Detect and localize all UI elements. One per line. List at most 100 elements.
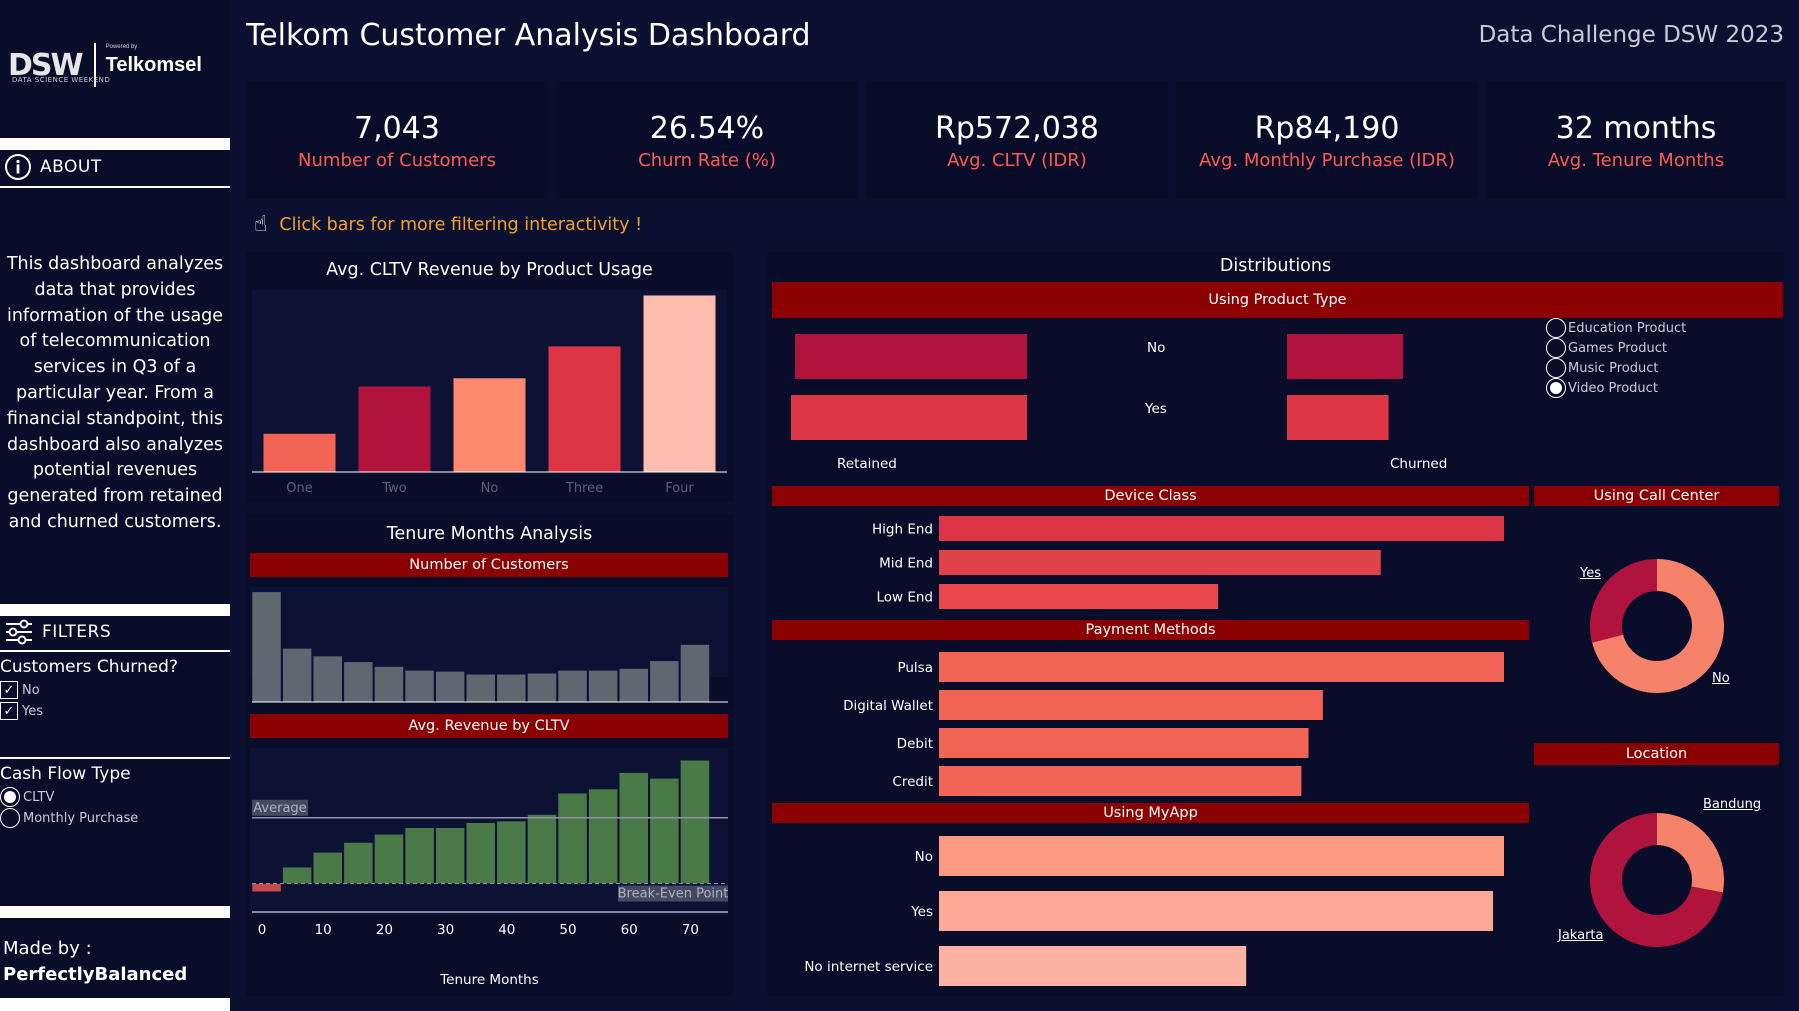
radio-unselected-icon[interactable] [1546,358,1566,378]
churned-bar-yes[interactable] [1287,395,1389,440]
bar-four[interactable] [643,295,716,472]
histogram-bar[interactable] [435,671,466,703]
dsw-telkomsel-logo: DSW DATA SCIENCE WEEKEND Powered by Telk… [8,30,222,100]
kpi-card-churn-rate: 26.54% Churn Rate (%) [556,81,858,199]
radio-selected-icon[interactable] [0,787,20,807]
kpi-value: Rp84,190 [1254,111,1400,146]
histogram-bar[interactable] [282,648,312,703]
legend-label: Education Product [1568,320,1687,336]
donut-label-bandung[interactable]: Bandung [1703,797,1761,812]
revenue-bar[interactable] [618,772,649,884]
donut-label-no[interactable]: No [1712,671,1730,686]
histogram-bar[interactable] [557,670,588,703]
histogram-bar[interactable] [312,655,343,703]
bar-credit[interactable] [939,766,1302,796]
cashflow-option-cltv[interactable]: CLTV [0,787,54,807]
checkbox-checked-icon[interactable]: ✓ [0,702,18,720]
histogram-bar[interactable] [374,666,404,703]
x-axis-title: Tenure Months [440,972,539,988]
radio-unselected-icon[interactable] [1546,338,1566,358]
donut-label-jakarta[interactable]: Jakarta [1558,928,1603,943]
bar-digital-wallet[interactable] [939,690,1323,720]
telkomsel-brand: Telkomsel [105,53,202,76]
histogram-bar[interactable] [496,673,527,703]
x-tick-label: 60 [621,922,638,938]
bar-three[interactable] [548,346,621,472]
legend-label: Video Product [1568,380,1658,396]
bar-low-end[interactable] [939,584,1219,609]
histogram-bar[interactable] [404,670,435,703]
bar-high-end[interactable] [939,516,1504,541]
legend-option-video[interactable]: Video Product [1546,378,1686,398]
about-label: ABOUT [40,157,102,177]
kpi-value: 26.54% [649,111,765,146]
tick-label: Three [565,481,603,496]
checkbox-checked-icon[interactable]: ✓ [0,681,18,699]
tick-label: Four [665,481,694,496]
retained-bar-no[interactable] [795,334,1027,379]
avg-revenue-by-cltv-header: Avg. Revenue by CLTV [250,714,728,738]
histogram-bar[interactable] [618,668,649,703]
revenue-bar[interactable] [496,820,527,884]
legend-option-games[interactable]: Games Product [1546,338,1686,358]
bar-two[interactable] [358,386,431,472]
revenue-bar[interactable] [465,822,496,884]
revenue-bar[interactable] [404,827,435,884]
x-tick-label: 40 [498,922,515,938]
histogram-bar[interactable] [251,591,282,703]
revenue-bar[interactable] [588,788,619,884]
category-label: Digital Wallet [843,698,933,714]
histogram-bar[interactable] [527,672,557,703]
revenue-bar[interactable] [435,827,466,884]
churned-option-yes[interactable]: ✓ Yes [0,702,43,720]
histogram-bar[interactable] [649,660,680,703]
radio-unselected-icon[interactable] [1546,318,1566,338]
revenue-bar[interactable] [312,852,343,884]
retained-bar-yes[interactable] [791,395,1027,440]
category-label: Pulsa [897,660,933,676]
legend-option-music[interactable]: Music Product [1546,358,1686,378]
kpi-label: Avg. CLTV (IDR) [947,150,1087,171]
radio-unselected-icon[interactable] [0,808,20,828]
bar-yes[interactable] [939,891,1494,931]
divider [0,998,230,1011]
histogram-bar[interactable] [465,673,496,703]
revenue-bar[interactable] [680,759,710,884]
info-icon [5,154,31,180]
category-label: Credit [892,774,933,790]
dsw-logo-subtitle: DATA SCIENCE WEEKEND [12,76,111,84]
donut-label-yes[interactable]: Yes [1580,566,1601,581]
bar-no[interactable] [939,836,1504,876]
made-by-label: Made by : [3,938,92,959]
legend-option-education[interactable]: Education Product [1546,318,1686,338]
revenue-bar[interactable] [282,866,312,884]
histogram-bar[interactable] [680,644,710,703]
bar-pulsa[interactable] [939,652,1504,682]
histogram-bar[interactable] [588,670,619,703]
kpi-card-customers: 7,043 Number of Customers [246,81,548,199]
cashflow-option-monthly[interactable]: Monthly Purchase [0,808,138,828]
radio-selected-icon[interactable] [1546,378,1566,398]
kpi-card-avg-tenure: 32 months Avg. Tenure Months [1485,81,1787,199]
bar-no-internet-service[interactable] [939,946,1247,986]
revenue-bar[interactable] [343,842,374,884]
bar-one[interactable] [263,433,336,472]
revenue-bar[interactable] [251,883,282,893]
tick-label: One [286,481,312,496]
churned-bar-no[interactable] [1287,334,1403,379]
churned-option-no[interactable]: ✓ No [0,681,40,699]
revenue-bar[interactable] [527,814,557,884]
revenue-bar[interactable] [374,833,404,884]
histogram-bar[interactable] [343,661,374,703]
revenue-bar[interactable] [649,778,680,884]
revenue-bar[interactable] [557,792,588,884]
kpi-card-avg-monthly-purchase: Rp84,190 Avg. Monthly Purchase (IDR) [1176,81,1478,199]
bar-mid-end[interactable] [939,550,1381,575]
bar-debit[interactable] [939,728,1309,758]
kpi-value: 7,043 [354,111,440,146]
bar-no[interactable] [453,378,526,472]
donut-slice-bandung[interactable] [1657,813,1724,893]
pointer-hand-icon: ☝ [254,212,268,237]
cltv-bar-chart: One Two No Three Four [252,290,727,496]
kpi-label: Avg. Monthly Purchase (IDR) [1199,150,1455,171]
